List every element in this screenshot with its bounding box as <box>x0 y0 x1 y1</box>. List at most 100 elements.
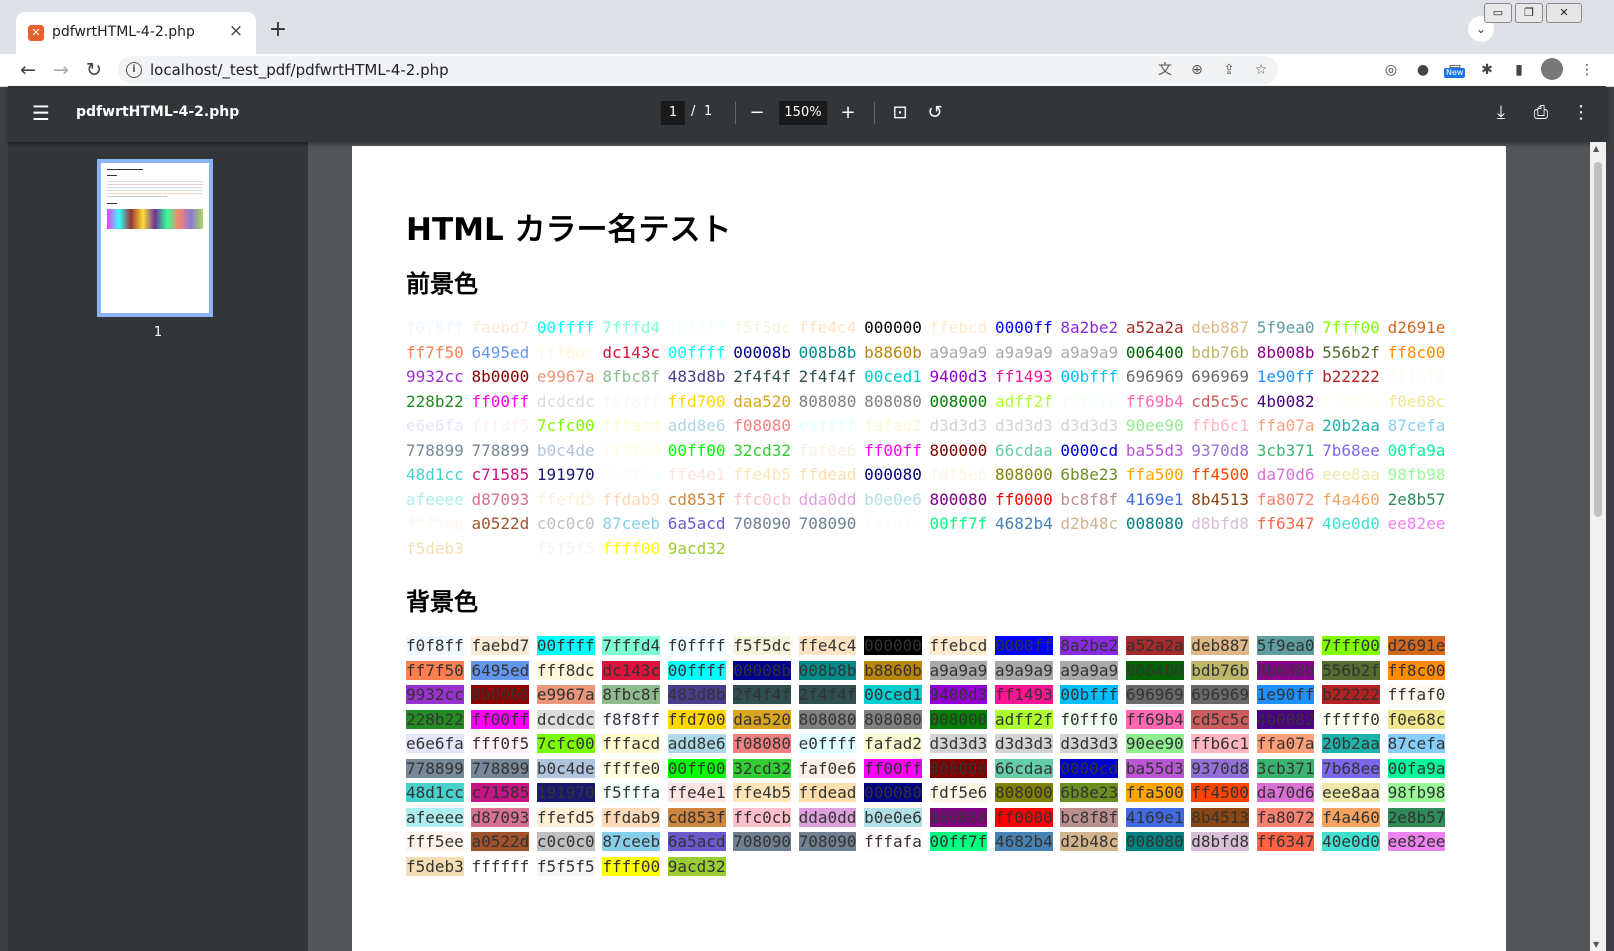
avatar[interactable] <box>1541 58 1563 80</box>
zoom-icon[interactable]: ⊕ <box>1186 60 1208 80</box>
page-thumbnail[interactable] <box>97 159 213 317</box>
bg-color-word: dda0dd <box>798 807 857 827</box>
menu-kebab-icon[interactable]: ⋮ <box>1576 59 1598 81</box>
page-number-input[interactable]: 1 <box>661 101 685 125</box>
bg-color-word: 008b8b <box>798 660 857 680</box>
bg-color-word: a52a2a <box>1125 636 1184 655</box>
thumbnail-sidebar: 1 <box>8 142 308 951</box>
bg-color-word: 0000ff <box>994 636 1053 655</box>
bg-color-word: d2691e <box>1387 636 1446 655</box>
zoom-level-input[interactable]: 150% <box>779 101 827 125</box>
fg-color-word: dcdcdc <box>536 391 595 411</box>
bg-color-word: add8e6 <box>667 734 726 753</box>
star-icon[interactable]: ☆ <box>1250 60 1272 80</box>
scroll-up-icon[interactable]: ▲ <box>1593 144 1599 153</box>
bg-color-word: deb887 <box>1191 636 1250 655</box>
reload-icon[interactable]: ↻ <box>80 56 108 84</box>
bg-color-word: e6e6fa <box>406 734 464 753</box>
bg-color-word: 00fa9a <box>1387 758 1446 778</box>
bg-color-word: 808080 <box>798 709 857 729</box>
fg-color-word: 8b008b <box>1256 342 1315 362</box>
fg-color-word: b8860b <box>864 342 922 362</box>
bg-color-word: dcdcdc <box>536 709 595 729</box>
hamburger-menu-icon[interactable]: ☰ <box>32 101 50 125</box>
fg-color-word: f0ffff <box>667 318 726 337</box>
fg-color-word: 7b68ee <box>1322 440 1380 460</box>
bg-color-word: fafad2 <box>864 734 922 753</box>
fg-color-word: 778899 <box>406 440 464 460</box>
fg-color-word: e9967a <box>536 367 595 386</box>
fg-color-word: ff00ff <box>471 391 530 411</box>
fg-color-word: ff8c00 <box>1387 342 1446 362</box>
fg-color-word: 7fff00 <box>1322 318 1380 337</box>
bg-color-word: f5fffa <box>602 783 661 802</box>
extension-icon-2[interactable]: ● <box>1412 59 1434 81</box>
fg-color-word: 6a5acd <box>667 514 726 533</box>
bg-color-word: ffe4c4 <box>798 636 857 655</box>
bg-color-word: f5f5dc <box>733 636 791 655</box>
zoom-in-icon[interactable]: + <box>835 100 861 126</box>
scroll-thumb[interactable] <box>1594 162 1602 517</box>
bg-color-word: 3cb371 <box>1256 758 1315 778</box>
address-bar[interactable]: i localhost/_test_pdf/pdfwrtHTML-4-2.php… <box>118 56 1278 84</box>
bg-color-word: f0f8ff <box>406 636 464 655</box>
forward-icon[interactable]: → <box>47 56 75 84</box>
share-icon[interactable]: ⇪ <box>1218 60 1240 80</box>
bg-color-word: ffffe0 <box>602 758 661 778</box>
fg-color-word: 3cb371 <box>1256 440 1315 460</box>
bg-color-word: d3d3d3 <box>1060 734 1119 753</box>
rotate-icon[interactable]: ↺ <box>922 100 948 126</box>
bg-color-word: 228b22 <box>406 709 464 729</box>
fg-color-word: 00ff00 <box>667 440 726 460</box>
document-title: HTML カラー名テスト <box>406 212 732 248</box>
fg-color-word: 00ff7f <box>929 514 988 533</box>
extension-icon-1[interactable]: ◎ <box>1380 59 1402 81</box>
fg-color-word: 40e0d0 <box>1322 514 1380 533</box>
bg-color-word: f4a460 <box>1322 807 1380 827</box>
more-actions-icon[interactable]: ⋮ <box>1568 100 1594 126</box>
scroll-down-icon[interactable]: ▼ <box>1593 940 1599 949</box>
vertical-scrollbar[interactable]: ▲ ▼ <box>1590 142 1606 951</box>
pdf-file-title: pdfwrtHTML-4-2.php <box>76 104 240 120</box>
fg-color-word: f5deb3 <box>406 538 464 558</box>
bg-color-word: 808080 <box>864 709 922 729</box>
download-icon[interactable]: ⤓ <box>1488 100 1514 126</box>
maximize-button[interactable]: ❐ <box>1515 3 1543 23</box>
puzzle-icon[interactable]: ✱ <box>1476 59 1498 81</box>
browser-tab[interactable]: ✕ pdfwrtHTML-4-2.php × <box>16 12 256 54</box>
fg-color-word: fffff0 <box>1322 391 1380 411</box>
fit-page-icon[interactable]: ⊡ <box>887 100 913 126</box>
bg-color-word: ee82ee <box>1387 832 1446 851</box>
bg-color-word: a9a9a9 <box>994 660 1053 680</box>
fg-color-word: deb887 <box>1191 318 1250 337</box>
fg-color-word: 2f4f4f <box>798 367 857 386</box>
bg-color-word: 8fbc8f <box>602 685 661 704</box>
bg-color-word: 87cefa <box>1387 734 1446 753</box>
fg-color-word: fa8072 <box>1256 489 1315 509</box>
bg-color-word: ff69b4 <box>1125 709 1184 729</box>
bg-color-word: f0fff0 <box>1060 709 1119 729</box>
minimize-button[interactable]: ▭ <box>1484 3 1512 23</box>
new-tab-button[interactable]: + <box>264 17 292 45</box>
zoom-out-icon[interactable]: − <box>744 100 770 126</box>
fg-color-word: ff7f50 <box>406 342 464 362</box>
bg-color-word: 800000 <box>929 758 988 778</box>
print-icon[interactable]: ⎙ <box>1528 100 1554 126</box>
fg-color-word: 9acd32 <box>667 538 726 558</box>
fg-color-word: 90ee90 <box>1125 416 1184 435</box>
fg-color-word: 008080 <box>1125 514 1184 533</box>
bg-color-word: bc8f8f <box>1060 807 1119 827</box>
site-info-icon[interactable]: i <box>126 62 142 78</box>
back-icon[interactable]: ← <box>14 56 42 84</box>
bg-color-word: 000080 <box>864 783 922 802</box>
tab-close-icon[interactable]: × <box>226 21 246 41</box>
url-text[interactable]: localhost/_test_pdf/pdfwrtHTML-4-2.php <box>150 61 449 79</box>
bg-color-word: 6b8e23 <box>1060 783 1119 802</box>
translate-icon[interactable]: 文 <box>1154 60 1176 80</box>
close-window-button[interactable]: ✕ <box>1546 3 1582 23</box>
bg-color-word: fffafa <box>864 832 922 851</box>
bg-color-word: fffaf0 <box>1387 685 1446 704</box>
fg-color-word: fff8dc <box>536 342 595 362</box>
side-panel-icon[interactable]: ▮ <box>1508 59 1530 81</box>
fg-color-word: fffafa <box>864 514 922 533</box>
